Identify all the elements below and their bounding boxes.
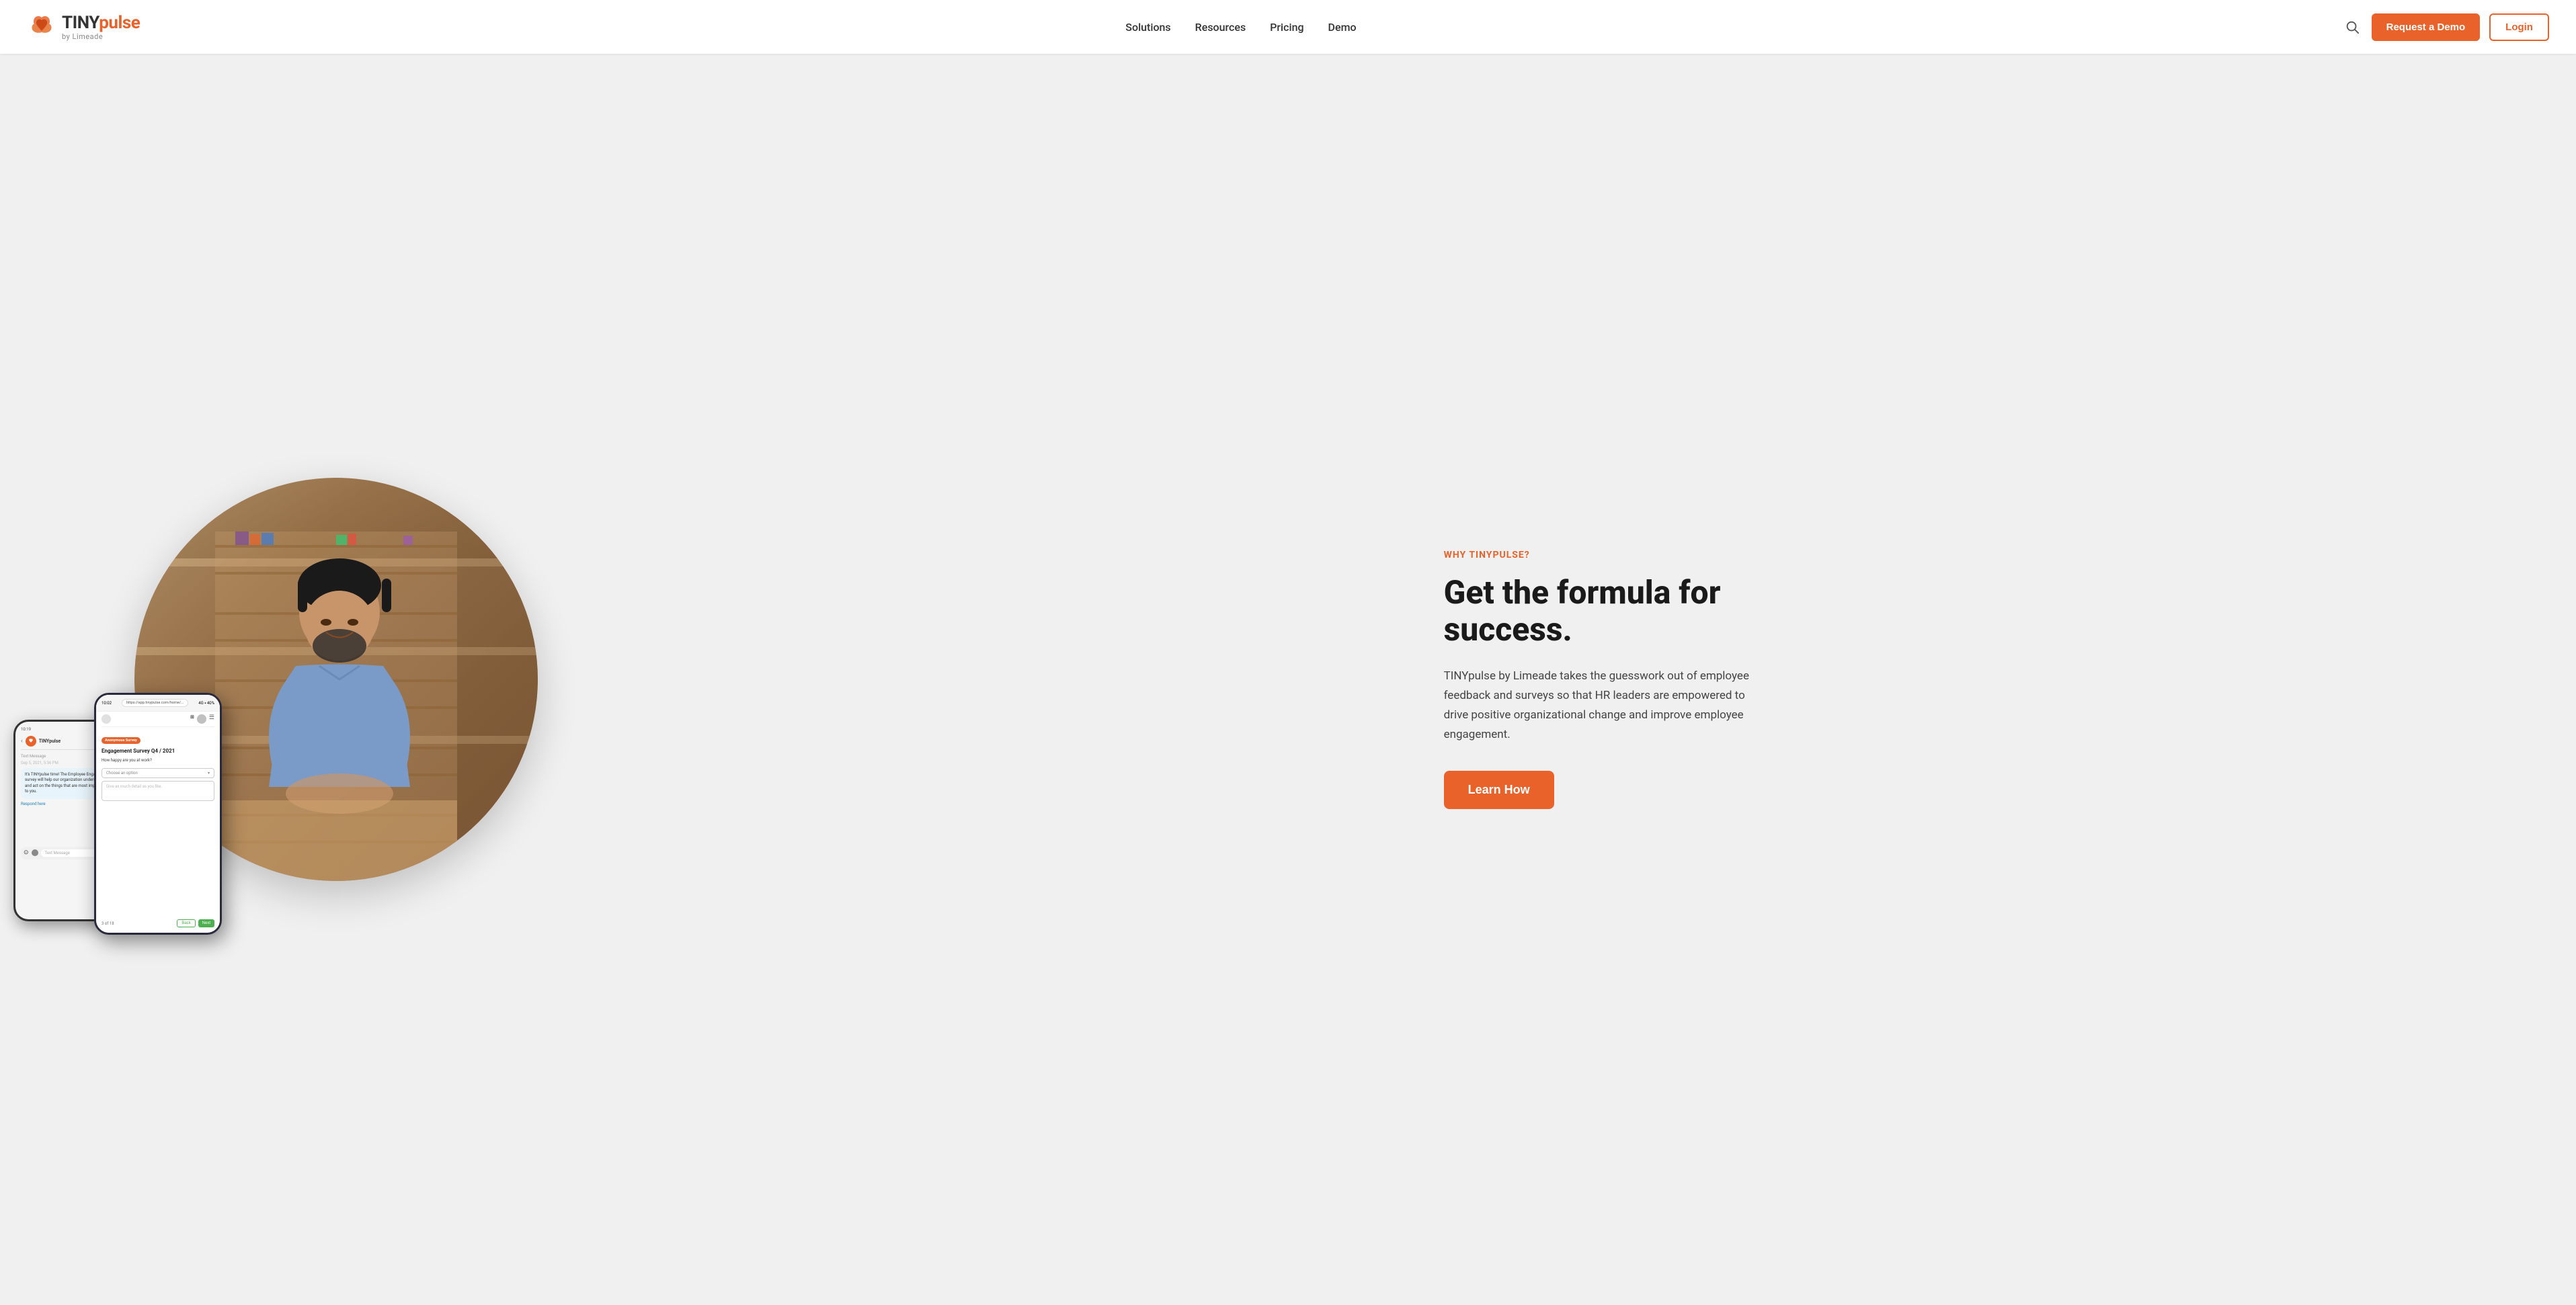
- logo-pulse-text: pulse: [99, 13, 140, 33]
- tinypulse-logo-small: [28, 738, 34, 745]
- phone2-nav-bar: ⊞ ☰: [96, 712, 220, 726]
- phone-app-name-1: TINYpulse: [39, 739, 61, 744]
- nav-item-pricing[interactable]: Pricing: [1270, 21, 1303, 34]
- phone2-question: How happy are you at work?: [96, 755, 220, 765]
- hero-content: WHY TINYPULSE? Get the formula for succe…: [1417, 509, 2576, 850]
- logo-sub-text: by Limeade: [62, 33, 140, 40]
- phone2-survey-title: Engagement Survey Q4 / 2021: [96, 744, 220, 755]
- learn-how-button[interactable]: Learn How: [1444, 771, 1554, 809]
- phone2-textarea-placeholder: Give as much detail as you like.: [106, 784, 162, 789]
- phone2-avatar: [197, 714, 206, 724]
- phone-back-icon: ‹: [21, 738, 23, 745]
- phone2-footer: 3 of 18 Back Next: [96, 919, 220, 927]
- phone-time-1: 10:19: [21, 727, 31, 732]
- logo-icon: [27, 12, 56, 42]
- nav-item-resources[interactable]: Resources: [1195, 21, 1246, 34]
- search-icon: [2345, 19, 2360, 34]
- phone-screen-2: 10:02 https://app.tinypulse.com/home/...…: [96, 695, 220, 933]
- main-nav: Solutions Resources Pricing Demo: [1125, 21, 1356, 34]
- hero-headline: Get the formula for success.: [1444, 574, 2522, 648]
- phone2-status-bar: 10:02 https://app.tinypulse.com/home/...…: [96, 695, 220, 712]
- phone2-dropdown-chevron: ▾: [208, 771, 210, 775]
- person-image: [215, 532, 457, 881]
- nav-item-solutions[interactable]: Solutions: [1125, 21, 1170, 34]
- phone2-menu-icon: ☰: [209, 714, 214, 724]
- hero-headline-line2: success.: [1444, 610, 1572, 648]
- why-label: WHY TINYPULSE?: [1444, 550, 2522, 560]
- nav-item-demo[interactable]: Demo: [1328, 21, 1357, 34]
- header-actions: Request a Demo Login: [2342, 13, 2549, 41]
- hero-visual: 10:19 4G ▪ 40% ‹ TINYpulse Text Message …: [0, 417, 1417, 941]
- phone2-badge-area: Anonymous Survey: [96, 727, 220, 744]
- logo[interactable]: TINYpulse by Limeade: [27, 12, 140, 42]
- phone-app-logo: [26, 736, 36, 747]
- logo-tiny-text: TINY: [62, 13, 99, 33]
- header: TINYpulse by Limeade Solutions Resources…: [0, 0, 2576, 54]
- phone2-icon-grid: ⊞: [190, 714, 194, 724]
- phone2-page-count: 3 of 18: [102, 921, 114, 926]
- phone2-nav-icons: ⊞ ☰: [190, 714, 214, 724]
- phone2-anonymous-badge: Anonymous Survey: [102, 737, 140, 744]
- phone2-signal: 4G ▪ 40%: [198, 701, 214, 706]
- phone2-nav-logo: [102, 714, 111, 724]
- phone2-time: 10:02: [102, 701, 112, 706]
- phone2-back-button[interactable]: Back: [177, 919, 195, 927]
- phone2-nav-buttons: Back Next: [177, 919, 214, 927]
- phone-camera-icon: ⊙: [24, 849, 29, 856]
- phone2-url-bar: https://app.tinypulse.com/home/...: [122, 699, 189, 707]
- login-button[interactable]: Login: [2489, 13, 2549, 41]
- search-button[interactable]: [2342, 17, 2362, 37]
- phone2-dropdown-placeholder: Choose an option: [106, 771, 138, 775]
- phone2-textarea[interactable]: Give as much detail as you like.: [102, 781, 214, 801]
- phone-avatar-small: [32, 849, 38, 856]
- hero-description: TINYpulse by Limeade takes the guesswork…: [1444, 667, 1767, 745]
- hero-section: 10:19 4G ▪ 40% ‹ TINYpulse Text Message …: [0, 54, 2576, 1305]
- phone2-dropdown[interactable]: Choose an option ▾: [102, 768, 214, 778]
- hero-headline-line1: Get the formula for: [1444, 573, 1721, 612]
- phone2-next-button[interactable]: Next: [198, 919, 214, 927]
- request-demo-button[interactable]: Request a Demo: [2372, 13, 2481, 41]
- phone-mockup-2: 10:02 https://app.tinypulse.com/home/...…: [94, 693, 222, 935]
